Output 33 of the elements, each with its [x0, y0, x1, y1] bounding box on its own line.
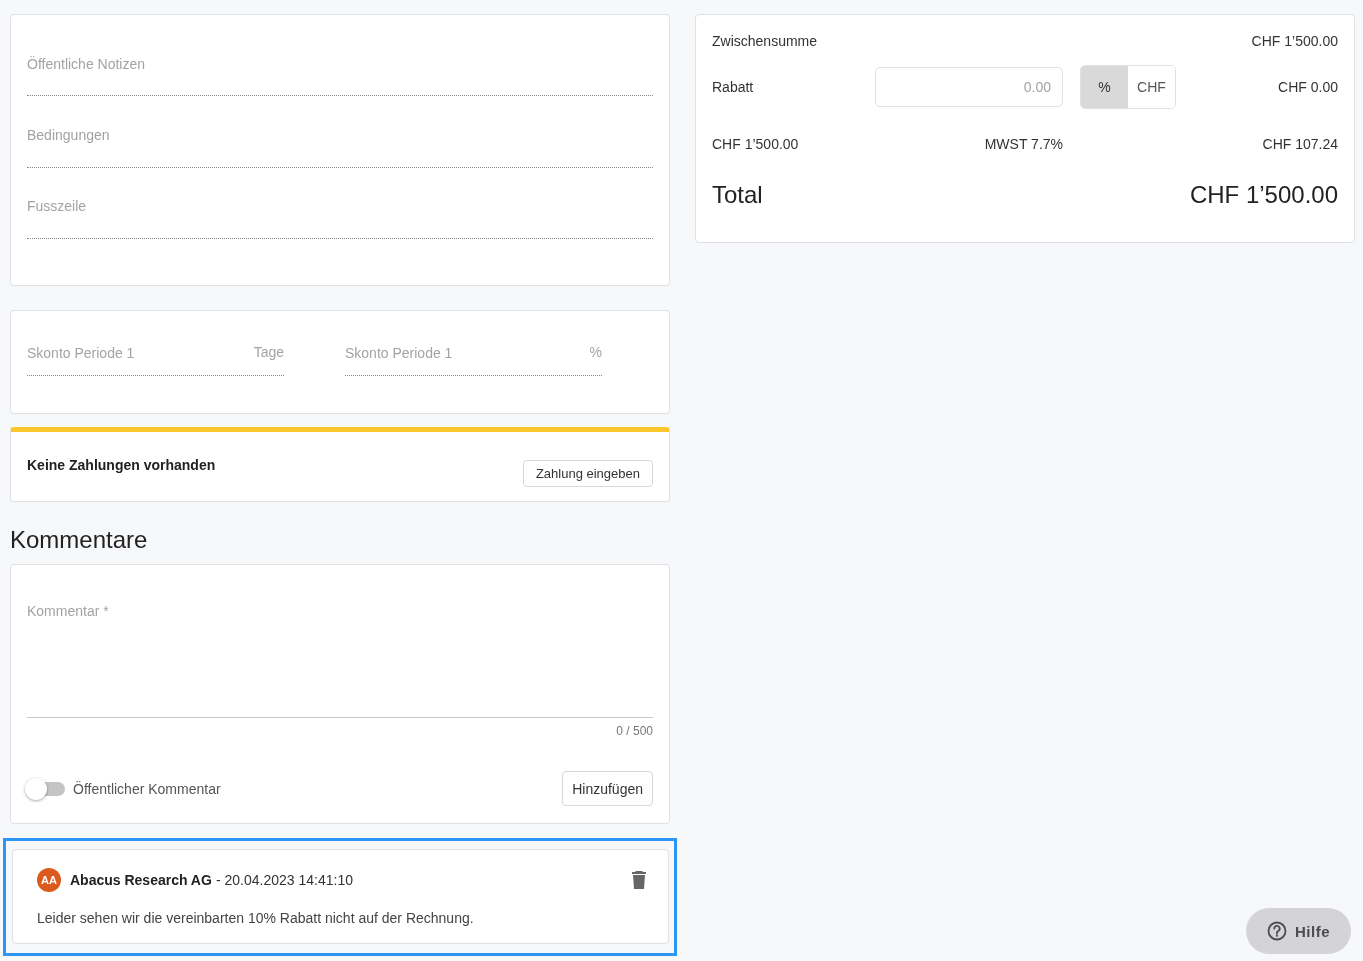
- trash-icon[interactable]: [632, 871, 646, 889]
- tax-base: CHF 1’500.00: [712, 136, 800, 152]
- subtotal-value: CHF 1’500.00: [1251, 33, 1338, 49]
- tax-label: MWST 7.7%: [984, 136, 1063, 152]
- discount-label: Rabatt: [712, 79, 755, 95]
- text-input[interactable]: Skonto Periode 1: [27, 343, 254, 363]
- total-value: CHF 1’500.00: [1189, 181, 1338, 209]
- comment-input[interactable]: Kommentar *: [27, 603, 653, 705]
- enter-payment-button[interactable]: Zahlung eingeben: [522, 460, 653, 487]
- text-field[interactable]: Bedingungen: [27, 119, 653, 168]
- text-field[interactable]: Fusszeile: [27, 190, 653, 239]
- avatar: AA: [37, 868, 61, 892]
- help-button[interactable]: Hilfe: [1246, 908, 1351, 954]
- unit-toggle[interactable]: %: [1081, 66, 1128, 108]
- help-icon: [1267, 921, 1287, 941]
- comment-timestamp: 20.04.2023 14:41:10: [224, 872, 354, 888]
- comment-text: Leider sehen wir die vereinbarten 10% Rabatt nicht auf der Rechnung.: [37, 910, 475, 926]
- total-label: Total: [712, 181, 763, 209]
- character-counter: 0 / 500: [616, 724, 653, 738]
- discount-amount: CHF 0.00: [1278, 79, 1338, 95]
- section-heading: Kommentare: [10, 526, 149, 554]
- comment-author: Abacus Research AG: [70, 872, 212, 888]
- text-field[interactable]: Öffentliche Notizen: [27, 48, 653, 97]
- toggle-label: Öffentlicher Kommentar: [73, 780, 221, 797]
- add-button[interactable]: Hinzufügen: [562, 771, 653, 806]
- discount-field[interactable]: 0.00: [875, 67, 1063, 107]
- text-input[interactable]: Skonto Periode 1: [345, 343, 590, 363]
- payments-message: Keine Zahlungen vorhanden: [27, 457, 216, 473]
- comment-highlight[interactable]: AA Abacus Research AG - 20.04.2023 14:41:10 Leider sehen wir die vereinbarten 10% Rabatt nicht auf der Rechnung.: [3, 838, 677, 956]
- separator: -: [215, 872, 221, 888]
- subtotal-label: Zwischensumme: [712, 33, 819, 49]
- comment-field[interactable]: Kommentar *: [27, 593, 653, 718]
- tax-amount: CHF 107.24: [1262, 136, 1338, 152]
